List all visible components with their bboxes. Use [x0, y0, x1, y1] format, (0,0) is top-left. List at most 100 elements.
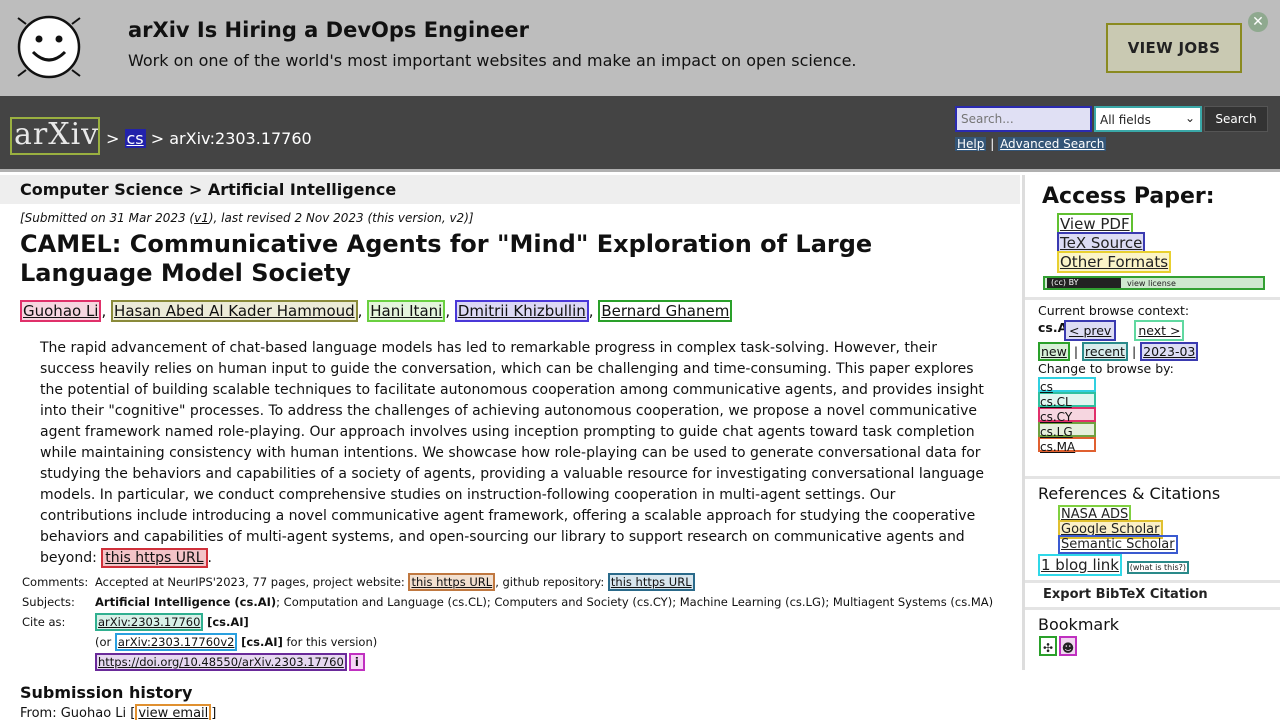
abstract: The rapid advancement of chat-based lang… [40, 338, 990, 569]
browse-cat-link[interactable]: cs [1038, 377, 1096, 394]
cite-version-row: (or arXiv:2303.17760v2 [cs.AI] for this … [22, 632, 993, 652]
search-help-links: Help | Advanced Search [955, 137, 1107, 151]
browse-context-label: Current browse context: [1038, 303, 1190, 318]
export-bibtex-link[interactable]: Export BibTeX Citation [1043, 587, 1208, 602]
author-link[interactable]: Bernard Ghanem [598, 300, 733, 322]
cite-row: Cite as: arXiv:2303.17760 [cs.AI] [22, 612, 993, 632]
prev-next: < prev next > [1064, 320, 1198, 341]
breadcrumb-separator: > [150, 129, 165, 148]
search-input[interactable] [955, 106, 1092, 132]
cite-v2-link[interactable]: arXiv:2303.17760v2 [114, 633, 238, 651]
view-license-link[interactable]: view license [1127, 279, 1176, 288]
abstract-text: The rapid advancement of chat-based lang… [40, 340, 985, 566]
divider [1025, 607, 1280, 610]
reddit-icon[interactable]: ☻ [1059, 636, 1077, 656]
author-separator: , [588, 302, 594, 320]
chevron-down-icon: ⌄ [1184, 111, 1195, 125]
view-email-link[interactable]: view email [135, 704, 212, 720]
banner-text: Work on one of the world's most importan… [128, 51, 857, 70]
author-list: Guohao Li, Hasan Abed Al Kader Hammoud, … [20, 300, 733, 322]
doi-row: https://doi.org/10.48550/arXiv.2303.1776… [22, 652, 993, 672]
other-formats-link[interactable]: Other Formats [1057, 251, 1172, 273]
search-button[interactable]: Search [1204, 106, 1268, 132]
bibsonomy-icon[interactable]: ✣ [1039, 636, 1057, 656]
license-badge[interactable]: (cc) BY view license [1043, 276, 1265, 290]
blog-links: 1 blog link (what is this?) [1038, 554, 1189, 576]
project-website-link[interactable]: this https URL [408, 573, 496, 591]
author-link[interactable]: Hani Itani [367, 300, 446, 322]
browse-cat-link[interactable]: cs.CL [1038, 392, 1096, 409]
dateline-prefix: [Submitted on 31 Mar 2023 ( [20, 211, 195, 225]
blog-link[interactable]: 1 blog link [1038, 554, 1122, 576]
subjects-label: Subjects: [22, 595, 75, 609]
paper-title: CAMEL: Communicative Agents for "Mind" E… [20, 230, 873, 287]
divider [1025, 580, 1280, 583]
browse-categories: cs cs.CL cs.CY cs.LG cs.MA [1038, 377, 1198, 454]
comments-mid: , github repository: [495, 575, 605, 589]
cite-tag: [cs.AI] [207, 615, 249, 629]
help-link[interactable]: Help [955, 137, 987, 151]
browse-new-link[interactable]: new [1038, 342, 1070, 361]
divider [1025, 297, 1280, 300]
cite-v2-tag: [cs.AI] [241, 635, 283, 649]
author-link[interactable]: Hasan Abed Al Kader Hammoud [111, 300, 358, 322]
submission-history-heading: Submission history [20, 683, 193, 702]
abstract-period: . [207, 550, 212, 566]
breadcrumb-cs-link[interactable]: cs [124, 129, 146, 148]
site-header: arXiv > cs > arXiv:2303.17760 All fields… [0, 96, 1280, 172]
advanced-search-link[interactable]: Advanced Search [998, 137, 1107, 151]
close-icon[interactable]: ✕ [1248, 12, 1268, 32]
comments-text: Accepted at NeurIPS'2023, 77 pages, proj… [95, 575, 405, 589]
link-separator: | [990, 137, 995, 151]
browse-recent-link[interactable]: recent [1082, 342, 1128, 361]
author-separator: , [101, 302, 107, 320]
bookmark-heading: Bookmark [1038, 615, 1120, 634]
search-field-value: All fields [1100, 113, 1151, 127]
divider [1025, 476, 1280, 479]
next-link[interactable]: next > [1134, 320, 1185, 341]
browse-cat-link[interactable]: cs.MA [1038, 437, 1096, 454]
browse-cat-link[interactable]: cs.CY [1038, 407, 1096, 424]
hiring-banner: arXiv Is Hiring a DevOps Engineer Work o… [0, 0, 1280, 96]
history-end: ] [211, 706, 217, 720]
references-heading: References & Citations [1038, 484, 1221, 503]
cc-by-icon: (cc) BY [1047, 278, 1121, 288]
access-paper-heading: Access Paper: [1042, 184, 1215, 209]
subject-heading: Computer Science > Artificial Intelligen… [20, 180, 397, 199]
change-browse-label: Change to browse by: [1038, 361, 1174, 376]
what-is-this-link[interactable]: (what is this?) [1126, 561, 1189, 574]
browse-list-links: new | recent | 2023-03 [1038, 342, 1199, 361]
version-v1-link[interactable]: v1 [194, 211, 209, 225]
info-icon[interactable]: i [348, 653, 365, 671]
author-link[interactable]: Guohao Li [20, 300, 102, 322]
view-jobs-button[interactable]: VIEW JOBS [1106, 23, 1242, 73]
abstract-url-link[interactable]: this https URL [101, 548, 208, 568]
comments-label: Comments: [22, 575, 89, 589]
arxiv-logo[interactable]: arXiv [10, 117, 100, 155]
subjects-row: Subjects: Artificial Intelligence (cs.AI… [22, 592, 993, 612]
smiley-logo-icon [17, 15, 81, 79]
submission-dateline: [Submitted on 31 Mar 2023 (v1), last rev… [20, 211, 474, 225]
cite-label: Cite as: [22, 615, 66, 629]
semantic-scholar-link[interactable]: Semantic Scholar [1058, 535, 1178, 554]
search-field-select[interactable]: All fields ⌄ [1094, 106, 1202, 132]
cite-id-link[interactable]: arXiv:2303.17760 [95, 613, 204, 631]
browse-cat-link[interactable]: cs.LG [1038, 422, 1096, 439]
author-link[interactable]: Dmitrii Khizbullin [454, 300, 589, 322]
breadcrumb: > cs > arXiv:2303.17760 [106, 129, 312, 148]
metadata-table: Comments: Accepted at NeurIPS'2023, 77 p… [22, 572, 993, 672]
github-link[interactable]: this https URL [607, 573, 695, 591]
browse-month-link[interactable]: 2023-03 [1140, 342, 1199, 361]
comments-row: Comments: Accepted at NeurIPS'2023, 77 p… [22, 572, 993, 592]
cite-or-end: for this version) [286, 635, 378, 649]
references-links: NASA ADS Google Scholar Semantic Scholar [1058, 505, 1178, 554]
browse-context: Current browse context: cs.AI < prev nex… [1038, 302, 1199, 454]
prev-link[interactable]: < prev [1064, 320, 1117, 341]
access-links: View PDF TeX Source Other Formats [1057, 213, 1172, 273]
history-from-text: From: Guohao Li [ [20, 706, 136, 720]
dateline-suffix: ), last revised 2 Nov 2023 (this version… [208, 211, 474, 225]
doi-link[interactable]: https://doi.org/10.48550/arXiv.2303.1776… [95, 653, 347, 671]
author-separator: , [357, 302, 363, 320]
breadcrumb-paper-id: arXiv:2303.17760 [169, 129, 312, 148]
other-subjects: ; Computation and Language (cs.CL); Comp… [276, 595, 994, 609]
